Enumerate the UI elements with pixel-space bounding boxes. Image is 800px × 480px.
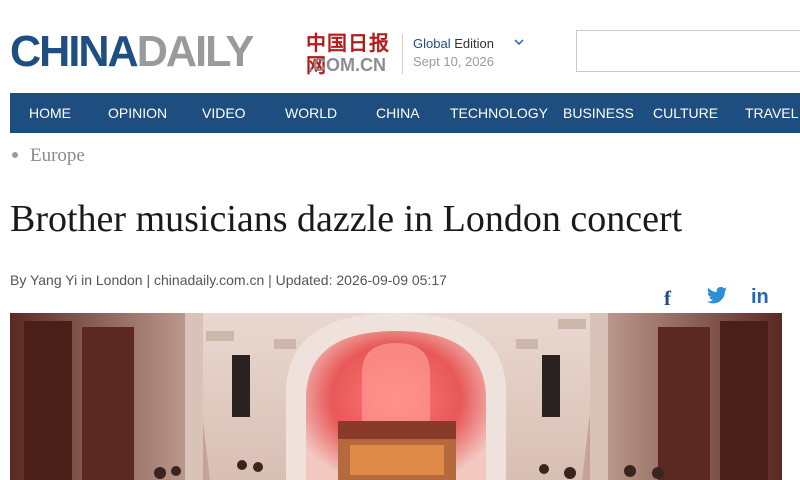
facebook-icon[interactable]: f — [664, 286, 671, 310]
linkedin-icon[interactable]: in — [751, 286, 769, 310]
article-title: Brother musicians dazzle in London conce… — [10, 198, 683, 240]
nav-item-world[interactable]: WORLD — [285, 93, 337, 133]
header-divider — [402, 34, 403, 74]
bullet-icon — [12, 152, 18, 159]
edition-word: Edition — [454, 36, 494, 51]
edition-prefix: Global — [413, 36, 451, 51]
edition-selector[interactable]: Global Edition — [413, 36, 524, 52]
nav-item-travel[interactable]: TRAVEL — [745, 93, 798, 133]
logo-domain: .COM.CN — [308, 55, 386, 75]
concert-hall-photo — [10, 313, 782, 480]
logo-wordmark: CHINADAILY — [10, 27, 254, 76]
breadcrumb-europe[interactable]: Europe — [30, 145, 85, 166]
nav-item-china[interactable]: CHINA — [376, 93, 420, 133]
main-nav: HOME OPINION VIDEO WORLD CHINA TECHNOLOG… — [10, 93, 800, 133]
nav-item-technology[interactable]: TECHNOLOGY — [450, 93, 548, 133]
nav-item-home[interactable]: HOME — [29, 93, 71, 133]
nav-item-business[interactable]: BUSINESS — [563, 93, 634, 133]
chevron-down-icon — [513, 36, 525, 53]
site-header: CHINADAILY 中国日报网 .COM.CN Global Edition … — [0, 0, 800, 92]
breadcrumb: Europe — [12, 145, 85, 167]
nav-item-culture[interactable]: CULTURE — [653, 93, 718, 133]
china-daily-logo[interactable]: CHINADAILY 中国日报网 .COM.CN — [10, 27, 395, 77]
article-byline: By Yang Yi in London | chinadaily.com.cn… — [10, 272, 447, 288]
search-input[interactable] — [576, 30, 800, 72]
edition-date: Sept 10, 2026 — [413, 54, 494, 69]
nav-item-opinion[interactable]: OPINION — [108, 93, 167, 133]
twitter-icon[interactable] — [706, 286, 728, 310]
nav-item-video[interactable]: VIDEO — [202, 93, 246, 133]
